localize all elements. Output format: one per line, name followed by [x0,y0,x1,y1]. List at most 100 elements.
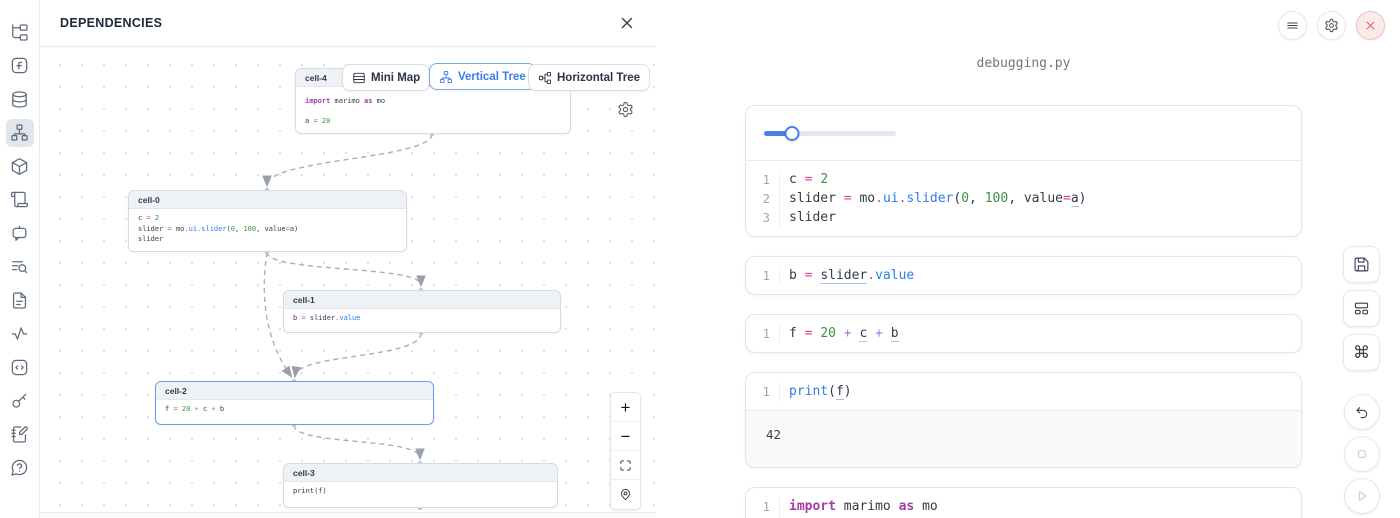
close-icon [618,14,636,32]
stop-icon [1354,446,1370,462]
sidebar-item-help-bubble[interactable] [6,454,34,482]
node-title: cell-1 [284,291,560,309]
node-code: f = 20 + c + b [156,400,433,419]
undo-icon [1354,404,1370,420]
code-cell-0[interactable]: 1c = 22slider = mo.ui.slider(0, 100, val… [745,105,1302,237]
stop-button[interactable] [1344,436,1380,472]
node-code: b = slider.value [284,309,560,328]
pin-icon [619,488,632,501]
help-bubble-icon [10,458,29,477]
line-number: 1 [746,382,780,401]
chat-bot-icon [10,224,29,243]
slider-widget[interactable] [764,126,896,141]
file-tree-icon [10,23,29,42]
notebook-top-actions [1278,11,1385,40]
sidebar-item-log-search[interactable] [6,253,34,281]
undo-button[interactable] [1344,394,1380,430]
sidebar-item-code-square[interactable] [6,353,34,381]
code-cell-4[interactable]: 1import marimo as mo2 [745,487,1302,518]
dependencies-panel: DEPENDENCIES cell-4import marimo as moa … [40,0,656,518]
settings-button[interactable] [1317,11,1346,40]
edge-cell-1-to-cell-2 [295,333,421,376]
code-cell-1[interactable]: 1b = slider.value [745,256,1302,295]
zoom-in-icon: + [621,399,631,416]
edge-cell-0-to-cell-1 [267,252,421,285]
graph-zoom-controls: +− [610,392,641,510]
app-root: DEPENDENCIES cell-4import marimo as moa … [0,0,1400,518]
code-line: print(f) [780,382,852,401]
graph-node-cell-1[interactable]: cell-1b = slider.value [283,290,561,333]
graph-settings-button[interactable] [617,101,634,118]
sidebar-item-package[interactable] [6,152,34,180]
activity-icon [10,324,29,343]
node-code: import marimo as moa = 20 [296,87,570,134]
sidebar-item-notebook-pen[interactable] [6,420,34,448]
save-button[interactable] [1343,246,1380,283]
node-code: c = 2slider = mo.ui.slider(0, 100, value… [129,209,406,249]
node-title: cell-0 [129,191,406,209]
code-editor[interactable]: 1c = 22slider = mo.ui.slider(0, 100, val… [746,161,1301,236]
rows-icon [352,71,366,85]
view-mode-vertical-tree[interactable]: Vertical Tree [429,63,536,90]
panel-footer [40,512,656,518]
fullscreen-button[interactable] [611,451,640,480]
file-text-icon [10,291,29,310]
graph-node-cell-2[interactable]: cell-2f = 20 + c + b [155,381,434,425]
graph-node-cell-3[interactable]: cell-3print(f) [283,463,558,508]
code-editor[interactable]: 1b = slider.value [746,257,1301,294]
sidebar-item-function-square[interactable] [6,52,34,80]
database-icon [10,90,29,109]
menu-button[interactable] [1278,11,1307,40]
layout-button[interactable] [1343,290,1380,327]
line-number: 1 [746,324,780,343]
zoom-in-button[interactable]: + [611,393,640,422]
settings-icon [1324,18,1339,33]
function-square-icon [10,56,29,75]
sidebar-item-file-text[interactable] [6,286,34,314]
code-cell-3[interactable]: 1print(f)42 [745,372,1302,468]
sidebar-item-chat-bot[interactable] [6,219,34,247]
notebook-action-rail: ⌘ [1343,246,1380,514]
sidebar-item-key[interactable] [6,387,34,415]
command-button[interactable]: ⌘ [1343,334,1380,371]
panel-title: DEPENDENCIES [60,16,162,30]
view-mode-mini-map[interactable]: Mini Map [342,64,430,91]
sidebar-item-scroll[interactable] [6,186,34,214]
code-editor[interactable]: 1f = 20 + c + b [746,315,1301,352]
package-icon [10,157,29,176]
sidebar-item-activity[interactable] [6,320,34,348]
dependency-graph-canvas[interactable]: cell-4import marimo as moa = 20cell-0c =… [40,47,656,512]
edge-cell-4-to-cell-0 [267,134,432,185]
slider-handle[interactable] [784,126,799,141]
line-number: 2 [746,189,780,208]
zoom-out-icon: − [621,428,631,445]
cell-output: 42 [746,410,1301,467]
fullscreen-icon [619,459,632,472]
view-mode-label: Vertical Tree [458,71,526,83]
dependencies-header: DEPENDENCIES [40,0,656,47]
code-cell-2[interactable]: 1f = 20 + c + b [745,314,1302,353]
key-icon [10,391,29,410]
code-line: import marimo as mo [780,497,938,516]
sidebar-item-file-tree[interactable] [6,18,34,46]
save-icon [1353,256,1370,273]
fit-view-pin-button[interactable] [611,480,640,509]
sidebar-item-database[interactable] [6,85,34,113]
node-code: print(f) [284,482,557,501]
code-line: f = 20 + c + b [780,324,899,343]
view-mode-horizontal-tree[interactable]: Horizontal Tree [528,64,650,91]
sidebar-item-dependency-graph[interactable] [6,119,34,147]
zoom-out-button[interactable]: − [611,422,640,451]
close-panel-button[interactable] [618,14,636,32]
view-mode-label: Horizontal Tree [557,72,640,84]
shutdown-button[interactable] [1356,11,1385,40]
line-number: 1 [746,266,780,285]
graph-node-cell-0[interactable]: cell-0c = 2slider = mo.ui.slider(0, 100,… [128,190,407,252]
run-button[interactable] [1344,478,1380,514]
code-editor[interactable]: 1import marimo as mo2 [746,488,1301,518]
command-icon: ⌘ [1353,343,1370,363]
gear-icon [617,101,634,118]
code-editor[interactable]: 1print(f) [746,373,1301,410]
slider-output-area [746,106,1301,161]
filename[interactable]: debugging.py [745,56,1302,71]
